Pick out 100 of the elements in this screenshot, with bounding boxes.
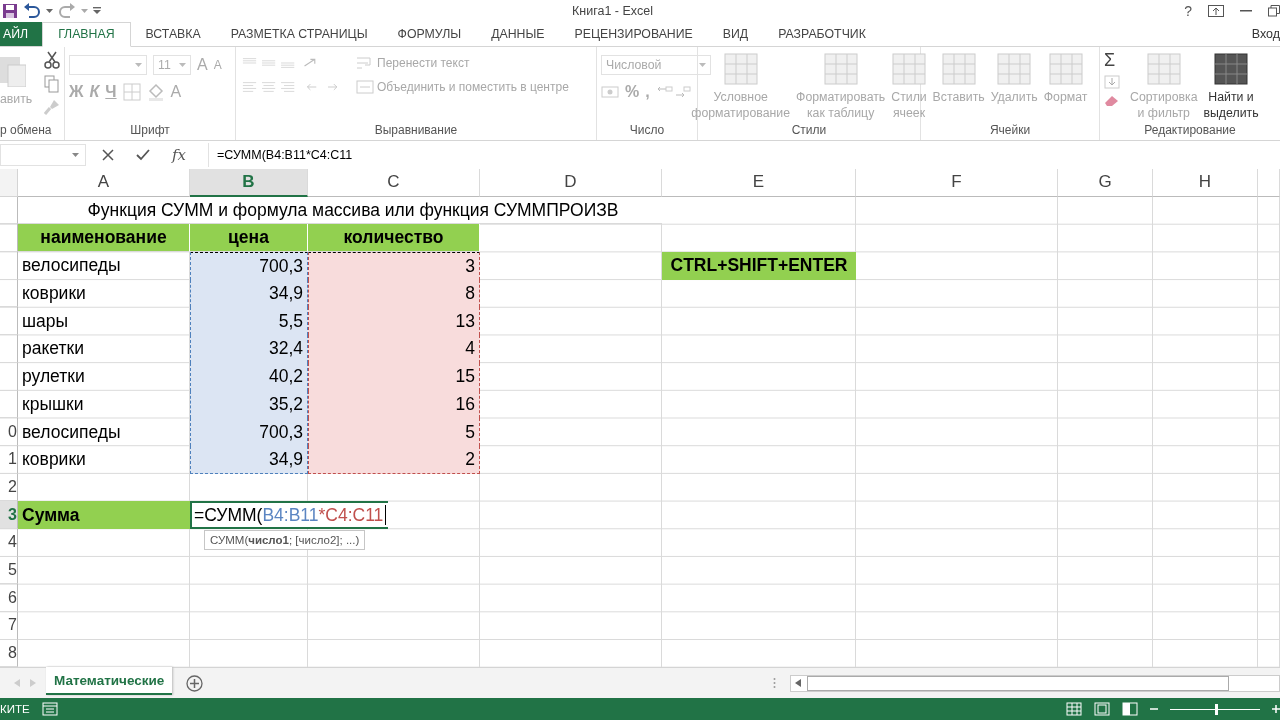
ribbon-display-icon[interactable] xyxy=(1208,4,1224,17)
font-name-field[interactable] xyxy=(69,54,147,75)
column-header[interactable]: B xyxy=(190,168,308,197)
formula-input[interactable]: =СУММ(B4:B11*C4:C11 xyxy=(190,501,389,529)
zoom-in-icon[interactable] xyxy=(1272,705,1280,714)
column-header[interactable]: A xyxy=(18,168,190,197)
table-icon xyxy=(1214,52,1249,85)
table-cell: 2 xyxy=(308,445,480,474)
row-header[interactable]: 6 xyxy=(0,584,18,612)
page-break-icon[interactable] xyxy=(1122,702,1138,717)
table-cell: 700,3 xyxy=(190,252,308,280)
group-label: Шрифт xyxy=(129,121,171,139)
select-all-button[interactable] xyxy=(0,168,18,197)
table-icon xyxy=(1146,52,1181,85)
ribbon-tab[interactable]: ГЛАВНАЯ xyxy=(42,21,131,47)
redo-icon[interactable] xyxy=(58,2,76,19)
help-button[interactable]: ? xyxy=(1184,2,1192,19)
table-icon xyxy=(997,52,1032,85)
ribbon-tab[interactable]: ФОРМУЛЫ xyxy=(382,21,477,46)
merge-icon xyxy=(356,78,374,95)
table-cell: 4 xyxy=(308,335,480,363)
caret-icon[interactable] xyxy=(46,8,53,13)
row-header[interactable]: 1 xyxy=(0,445,18,474)
caret-icon[interactable] xyxy=(72,152,79,157)
table-cell: 3 xyxy=(308,252,480,280)
table-cell: 15 xyxy=(308,362,480,391)
table-cell-text: шары xyxy=(21,309,70,333)
ribbon-tab[interactable]: ДАННЫЕ xyxy=(476,21,560,46)
group-label: Стили xyxy=(790,121,828,139)
ribbon-tab[interactable]: РАЗРАБОТЧИК xyxy=(763,21,881,46)
sheet-tab[interactable]: Математические xyxy=(46,667,173,696)
scroll-thumb[interactable] xyxy=(807,675,1229,691)
row-header[interactable]: 0 xyxy=(0,418,18,446)
table-icon xyxy=(1048,52,1083,85)
table-cell-text: крышки xyxy=(21,392,85,416)
borders-icon[interactable] xyxy=(122,82,141,101)
group-label: Выравнивание xyxy=(373,121,459,139)
autosum-button[interactable]: Σ xyxy=(1104,50,1122,69)
table-cell: 13 xyxy=(308,307,480,336)
row-header[interactable] xyxy=(0,362,18,391)
column-header[interactable]: C xyxy=(308,168,480,197)
row-header[interactable]: 4 xyxy=(0,528,18,557)
scissors-icon[interactable] xyxy=(44,50,61,69)
cancel-icon[interactable] xyxy=(102,148,114,161)
ribbon-tab[interactable]: АЙЛ xyxy=(0,21,43,46)
sign-in-link[interactable]: Вход xyxy=(1251,26,1280,41)
row-header[interactable] xyxy=(0,307,18,336)
row-header[interactable] xyxy=(0,279,18,308)
normal-view-icon[interactable] xyxy=(1066,702,1082,717)
table-cell-text: ракетки xyxy=(21,337,85,361)
group-label: р обмена xyxy=(0,121,53,139)
row-header[interactable]: 5 xyxy=(0,556,18,585)
horizontal-scrollbar[interactable] xyxy=(790,674,1280,692)
table-cell: 40,2 xyxy=(190,362,308,391)
fill-color-icon[interactable] xyxy=(146,82,165,101)
check-icon[interactable] xyxy=(136,148,150,161)
group-label: Ячейки xyxy=(988,121,1032,139)
group-label: Число xyxy=(628,121,666,139)
restore-icon[interactable] xyxy=(1268,4,1280,17)
table-icon xyxy=(941,52,976,85)
customize-icon[interactable] xyxy=(93,7,101,15)
left-arrow-icon[interactable] xyxy=(795,679,801,688)
row-header[interactable]: 3 xyxy=(0,501,18,529)
column-header[interactable]: H xyxy=(1153,168,1258,197)
copy-icon[interactable] xyxy=(44,74,61,93)
column-header[interactable] xyxy=(1258,168,1280,197)
ribbon-tab[interactable]: РАЗМЕТКА СТРАНИЦЫ xyxy=(215,21,383,46)
undo-icon[interactable] xyxy=(23,2,41,19)
table-icon xyxy=(723,52,758,85)
column-header[interactable]: G xyxy=(1058,168,1153,197)
row-header[interactable] xyxy=(0,390,18,419)
formula-input[interactable]: =СУММ(B4:B11*C4:C11 xyxy=(208,142,1280,167)
row-header[interactable]: 7 xyxy=(0,612,18,640)
currency-icon[interactable] xyxy=(601,84,619,99)
group-label: Редактирование xyxy=(1143,121,1237,139)
minimize-icon[interactable] xyxy=(1240,9,1252,12)
right-arrow-icon[interactable] xyxy=(30,679,36,688)
table-cell: Функция СУММ и формула массива или функция СУММПРОИЗВ xyxy=(18,196,662,225)
column-header[interactable]: F xyxy=(856,168,1058,197)
column-header[interactable]: E xyxy=(662,168,856,197)
table-cell: 5 xyxy=(308,418,480,446)
table-cell: количество xyxy=(308,224,480,253)
ribbon-button[interactable]: Найти и выделить xyxy=(1201,50,1261,121)
ribbon-tab[interactable]: РЕЦЕНЗИРОВАНИЕ xyxy=(559,21,708,46)
column-header[interactable]: D xyxy=(480,168,662,197)
fill-down-icon[interactable] xyxy=(1104,74,1120,89)
save-icon[interactable] xyxy=(2,2,18,19)
row-header[interactable] xyxy=(0,335,18,363)
ribbon-tab[interactable]: ВИД xyxy=(707,21,764,46)
brush-icon[interactable] xyxy=(44,98,61,115)
page-layout-icon[interactable] xyxy=(1094,702,1110,717)
macro-icon[interactable] xyxy=(41,702,58,717)
window-title: Книга1 - Excel xyxy=(572,4,654,18)
add-sheet-icon[interactable] xyxy=(186,674,204,692)
table-cell: 32,4 xyxy=(190,335,308,363)
insert-function-button[interactable]: fx xyxy=(172,145,186,164)
table-cell-text: рулетки xyxy=(21,365,86,389)
ribbon-tab[interactable]: ВСТАВКА xyxy=(130,21,216,46)
table-cell-text: коврики xyxy=(21,282,87,306)
splitter-icon[interactable] xyxy=(773,677,776,690)
